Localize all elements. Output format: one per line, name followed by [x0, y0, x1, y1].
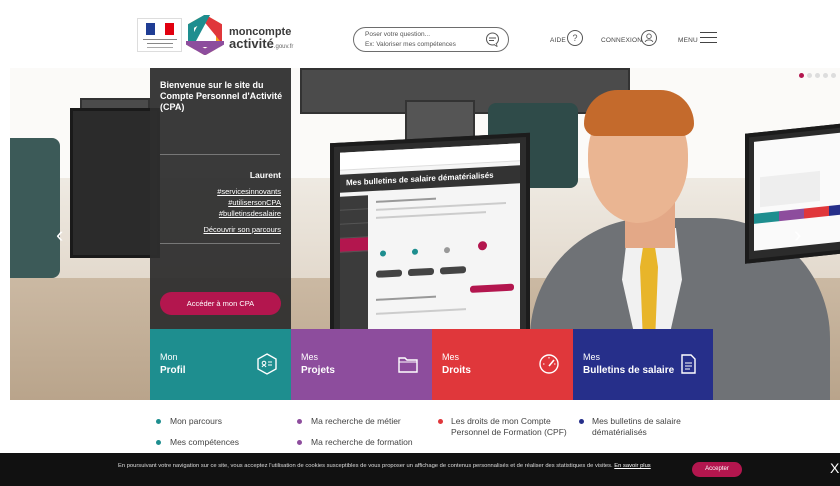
- divider: [160, 154, 280, 155]
- hero-title: Bienvenue sur le site du Compte Personne…: [160, 80, 283, 112]
- cookie-banner: En poursuivant votre navigation sur ce s…: [0, 453, 840, 486]
- menu-link[interactable]: MENU: [678, 37, 698, 44]
- screen-title: Mes bulletins de salaire dématérialisés: [340, 165, 520, 193]
- search-input[interactable]: Poser votre question... Ex: Valoriser me…: [353, 27, 509, 52]
- bullet-icon: [297, 440, 302, 445]
- link-bulletins-dematerialises[interactable]: Mes bulletins de salaire dématérialisés: [592, 416, 704, 438]
- tile-prefix: Mon: [160, 352, 178, 362]
- search-placeholder-2: Ex: Valoriser mes compétences: [365, 41, 456, 48]
- cookie-more-link[interactable]: En savoir plus: [614, 463, 650, 469]
- brand-domain: .gouv.fr: [273, 44, 294, 50]
- bullet-icon: [438, 419, 443, 424]
- carousel-next-arrow-icon[interactable]: ›: [794, 222, 801, 248]
- link-mes-competences[interactable]: Mes compétences: [170, 437, 239, 448]
- bullet-icon: [156, 419, 161, 424]
- brand-wordmark[interactable]: moncompte activité.gouv.fr: [229, 27, 293, 53]
- connexion-link[interactable]: CONNEXION: [601, 37, 642, 44]
- access-cpa-button[interactable]: Accéder à mon CPA: [160, 292, 281, 315]
- right-monitor: [745, 122, 840, 264]
- aide-link[interactable]: AIDE: [550, 37, 566, 44]
- mon-compte-activite-hexagon-icon[interactable]: [186, 15, 224, 55]
- monitor-screen: Mes bulletins de salaire dématérialisés: [340, 143, 520, 346]
- hamburger-menu-icon[interactable]: [700, 32, 717, 44]
- folder-icon: [398, 357, 418, 373]
- center-monitor: Mes bulletins de salaire dématérialisés: [330, 132, 530, 359]
- tile-bulletins-salaire[interactable]: Mes Bulletins de salaire: [573, 329, 713, 400]
- tile-label: Projets: [301, 365, 335, 376]
- french-flag-icon: [146, 23, 174, 35]
- testimonial-name: Laurent: [249, 170, 281, 180]
- brand-line2: activité: [229, 36, 274, 51]
- carousel-dot[interactable]: [807, 73, 812, 78]
- discover-parcours-link[interactable]: Découvrir son parcours: [203, 225, 281, 234]
- tile-mes-projets[interactable]: Mes Projets: [291, 329, 432, 400]
- republique-francaise-logo[interactable]: [137, 18, 182, 52]
- bullet-icon: [579, 419, 584, 424]
- carousel-pagination: [799, 73, 836, 78]
- tile-label: Profil: [160, 365, 186, 376]
- page: moncompte activité.gouv.fr Poser votre q…: [0, 0, 840, 486]
- bullet-icon: [297, 419, 302, 424]
- tile-label: Bulletins de salaire: [583, 365, 675, 376]
- cookie-text: En poursuivant votre navigation sur ce s…: [118, 463, 613, 469]
- profile-card-icon: [257, 353, 277, 375]
- search-placeholder-1: Poser votre question...: [365, 31, 431, 38]
- tile-prefix: Mes: [442, 352, 460, 362]
- cookie-accept-button[interactable]: Accepter: [692, 462, 742, 477]
- carousel-dot[interactable]: [815, 73, 820, 78]
- hero-text-panel: Bienvenue sur le site du Compte Personne…: [150, 68, 291, 330]
- link-recherche-formation[interactable]: Ma recherche de formation: [311, 437, 413, 448]
- carousel-dot[interactable]: [831, 73, 836, 78]
- cookie-text-block: En poursuivant votre navigation sur ce s…: [118, 462, 678, 471]
- background-monitor: [70, 108, 160, 258]
- site-header: moncompte activité.gouv.fr Poser votre q…: [0, 0, 840, 68]
- link-droits-cpf[interactable]: Les droits de mon Compte Personnel de Fo…: [451, 416, 569, 438]
- carousel-dot[interactable]: [799, 73, 804, 78]
- carousel-dot[interactable]: [823, 73, 828, 78]
- tile-prefix: Mes: [301, 352, 319, 362]
- close-icon[interactable]: X: [830, 460, 839, 476]
- divider: [160, 243, 280, 244]
- tile-mon-profil[interactable]: Mon Profil: [150, 329, 291, 400]
- carousel-prev-arrow-icon[interactable]: ‹: [56, 222, 63, 248]
- help-question-icon[interactable]: ?: [567, 30, 583, 46]
- tile-prefix: Mes: [583, 352, 601, 362]
- tile-mes-droits[interactable]: Mes Droits: [432, 329, 573, 400]
- hashtag-link[interactable]: #servicesinnovants: [217, 187, 281, 196]
- link-recherche-metier[interactable]: Ma recherche de métier: [311, 416, 401, 427]
- hashtag-link[interactable]: #bulletinsdesalaire: [219, 209, 281, 218]
- tile-label: Droits: [442, 365, 471, 376]
- chat-bubble-icon[interactable]: [485, 32, 500, 47]
- gauge-icon: [539, 354, 559, 374]
- document-icon: [681, 354, 696, 374]
- link-mon-parcours[interactable]: Mon parcours: [170, 416, 222, 427]
- user-circle-icon[interactable]: [641, 30, 657, 46]
- chair: [10, 138, 60, 278]
- bullet-icon: [156, 440, 161, 445]
- hashtag-link[interactable]: #utilisersonCPA: [228, 198, 281, 207]
